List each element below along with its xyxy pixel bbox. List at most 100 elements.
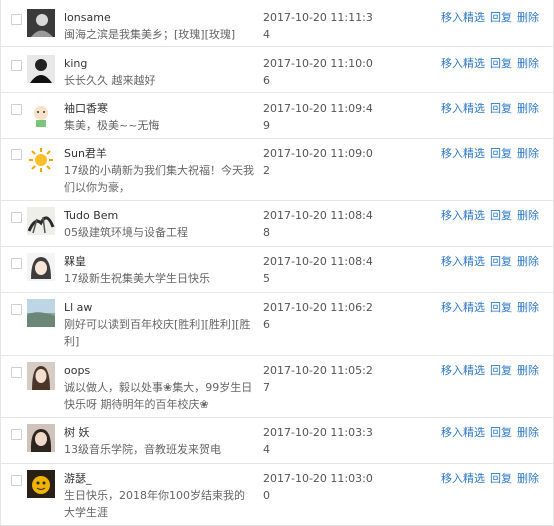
reply-link[interactable]: 回复 xyxy=(490,209,512,222)
avatar xyxy=(27,101,55,129)
select-checkbox[interactable] xyxy=(11,475,22,486)
reply-link[interactable]: 回复 xyxy=(490,426,512,439)
avatar xyxy=(27,299,55,327)
comment-row: oops 诚以做人，毅以处事❀集大，99岁生日快乐呀 期待明年的百年校庆❀ 20… xyxy=(1,356,553,418)
cartoon-character-avatar xyxy=(27,101,55,129)
comment-actions: 移入精选 回复 删除 xyxy=(441,9,544,26)
comment-text: 闽海之滨是我集美乡；[玫瑰][玫瑰] xyxy=(64,28,236,41)
delete-link[interactable]: 删除 xyxy=(517,255,539,268)
reply-link[interactable]: 回复 xyxy=(490,102,512,115)
commenter-name: 袖口香寒 xyxy=(64,102,108,115)
comment-row: king 长长久久 越来越好 2017-10-20 11:10:06 移入精选回… xyxy=(1,47,553,93)
delete-link[interactable]: 删除 xyxy=(517,209,539,222)
yellow-character-avatar xyxy=(27,470,55,498)
select-checkbox[interactable] xyxy=(11,60,22,71)
comment-time: 2017-10-20 11:03:00 xyxy=(263,472,373,502)
delete-link[interactable]: 删除 xyxy=(517,472,539,485)
feature-link[interactable]: 移入精选 xyxy=(441,426,485,439)
avatar xyxy=(27,470,55,498)
comment-row: 槑皇 17级新生祝集美大学生日快乐 2017-10-20 11:08:45 移入… xyxy=(1,247,553,293)
select-checkbox[interactable] xyxy=(11,258,22,269)
select-checkbox[interactable] xyxy=(11,149,22,160)
reply-link[interactable]: 回复 xyxy=(490,11,512,24)
comment-time: 2017-10-20 11:03:34 xyxy=(263,426,373,456)
feature-link[interactable]: 移入精选 xyxy=(441,255,485,268)
feature-link[interactable]: 移入精选 xyxy=(441,57,485,70)
feature-link[interactable]: 移入精选 xyxy=(441,11,485,24)
delete-link[interactable]: 删除 xyxy=(517,57,539,70)
feature-link[interactable]: 移入精选 xyxy=(441,364,485,377)
comment-text: 17级的小萌新为我们集大祝福！今天我们以你为豪， xyxy=(64,164,254,194)
comment-time: 2017-10-20 11:10:06 xyxy=(263,57,373,87)
avatar xyxy=(27,9,55,37)
sun-avatar xyxy=(27,146,55,174)
dark-portrait-avatar xyxy=(27,9,55,37)
delete-link[interactable]: 删除 xyxy=(517,426,539,439)
comment-actions: 移入精选 回复 删除 xyxy=(441,55,544,72)
avatar xyxy=(27,362,55,390)
commenter-name: oops xyxy=(64,364,91,377)
commenter-name: 树 妖 xyxy=(64,426,90,439)
comment-time: 2017-10-20 11:08:45 xyxy=(263,255,373,285)
comment-text: 集美，极美~~无悔 xyxy=(64,119,160,132)
anime-girl-avatar xyxy=(27,253,55,281)
commenter-name: Sun君羊 xyxy=(64,147,107,160)
feature-link[interactable]: 移入精选 xyxy=(441,472,485,485)
comment-text: 17级新生祝集美大学生日快乐 xyxy=(64,272,210,285)
comment-actions: 移入精选 回复 删除 xyxy=(441,253,544,270)
delete-link[interactable]: 删除 xyxy=(517,364,539,377)
comment-time: 2017-10-20 11:05:27 xyxy=(263,364,373,394)
comment-actions: 移入精选 回复 删除 xyxy=(441,362,544,379)
reply-link[interactable]: 回复 xyxy=(490,57,512,70)
delete-link[interactable]: 删除 xyxy=(517,147,539,160)
delete-link[interactable]: 删除 xyxy=(517,11,539,24)
delete-link[interactable]: 删除 xyxy=(517,301,539,314)
comment-text: 13级音乐学院，音教班发来贺电 xyxy=(64,443,221,456)
reply-link[interactable]: 回复 xyxy=(490,364,512,377)
delete-link[interactable]: 删除 xyxy=(517,102,539,115)
reply-link[interactable]: 回复 xyxy=(490,147,512,160)
select-checkbox[interactable] xyxy=(11,212,22,223)
comment-text: 诚以做人，毅以处事❀集大，99岁生日快乐呀 期待明年的百年校庆❀ xyxy=(64,381,253,411)
reply-link[interactable]: 回复 xyxy=(490,472,512,485)
black-portrait-avatar xyxy=(27,55,55,83)
avatar xyxy=(27,424,55,452)
comment-time: 2017-10-20 11:06:26 xyxy=(263,301,373,331)
landscape-avatar xyxy=(27,299,55,327)
select-checkbox[interactable] xyxy=(11,429,22,440)
commenter-name: lonsame xyxy=(64,11,111,24)
comment-actions: 移入精选 回复 删除 xyxy=(441,100,544,117)
feature-link[interactable]: 移入精选 xyxy=(441,147,485,160)
comment-time: 2017-10-20 11:09:02 xyxy=(263,147,373,177)
avatar xyxy=(27,55,55,83)
comment-row: 游瑟_ 生日快乐，2018年你100岁结束我的大学生涯 2017-10-20 1… xyxy=(1,464,553,526)
commenter-name: king xyxy=(64,57,88,70)
select-checkbox[interactable] xyxy=(11,367,22,378)
comment-row: 树 妖 13级音乐学院，音教班发来贺电 2017-10-20 11:03:34 … xyxy=(1,418,553,464)
comment-text: 长长久久 越来越好 xyxy=(64,74,156,87)
commenter-name: Tudo Bem xyxy=(64,209,119,222)
reply-link[interactable]: 回复 xyxy=(490,301,512,314)
comment-actions: 移入精选 回复 删除 xyxy=(441,424,544,441)
feature-link[interactable]: 移入精选 xyxy=(441,209,485,222)
girl-portrait-avatar xyxy=(27,424,55,452)
ink-painting-avatar xyxy=(27,207,55,235)
feature-link[interactable]: 移入精选 xyxy=(441,102,485,115)
avatar xyxy=(27,146,55,174)
commenter-name: Ll aw xyxy=(64,301,93,314)
select-checkbox[interactable] xyxy=(11,104,22,115)
comment-list: lonsame 闽海之滨是我集美乡；[玫瑰][玫瑰] 2017-10-20 11… xyxy=(0,0,554,526)
commenter-name: 游瑟_ xyxy=(64,472,92,485)
select-checkbox[interactable] xyxy=(11,304,22,315)
comment-actions: 移入精选 回复 删除 xyxy=(441,470,544,487)
feature-link[interactable]: 移入精选 xyxy=(441,301,485,314)
comment-row: Ll aw 刚好可以读到百年校庆[胜利][胜利][胜利] 2017-10-20 … xyxy=(1,293,553,356)
comment-text: 刚好可以读到百年校庆[胜利][胜利][胜利] xyxy=(64,318,251,348)
comment-time: 2017-10-20 11:09:49 xyxy=(263,102,373,132)
comment-row: Sun君羊 17级的小萌新为我们集大祝福！今天我们以你为豪， 2017-10-2… xyxy=(1,139,553,201)
commenter-name: 槑皇 xyxy=(64,255,86,268)
reply-link[interactable]: 回复 xyxy=(490,255,512,268)
comment-actions: 移入精选 回复 删除 xyxy=(441,207,544,224)
comment-row: lonsame 闽海之滨是我集美乡；[玫瑰][玫瑰] 2017-10-20 11… xyxy=(1,0,553,47)
select-checkbox[interactable] xyxy=(11,14,22,25)
